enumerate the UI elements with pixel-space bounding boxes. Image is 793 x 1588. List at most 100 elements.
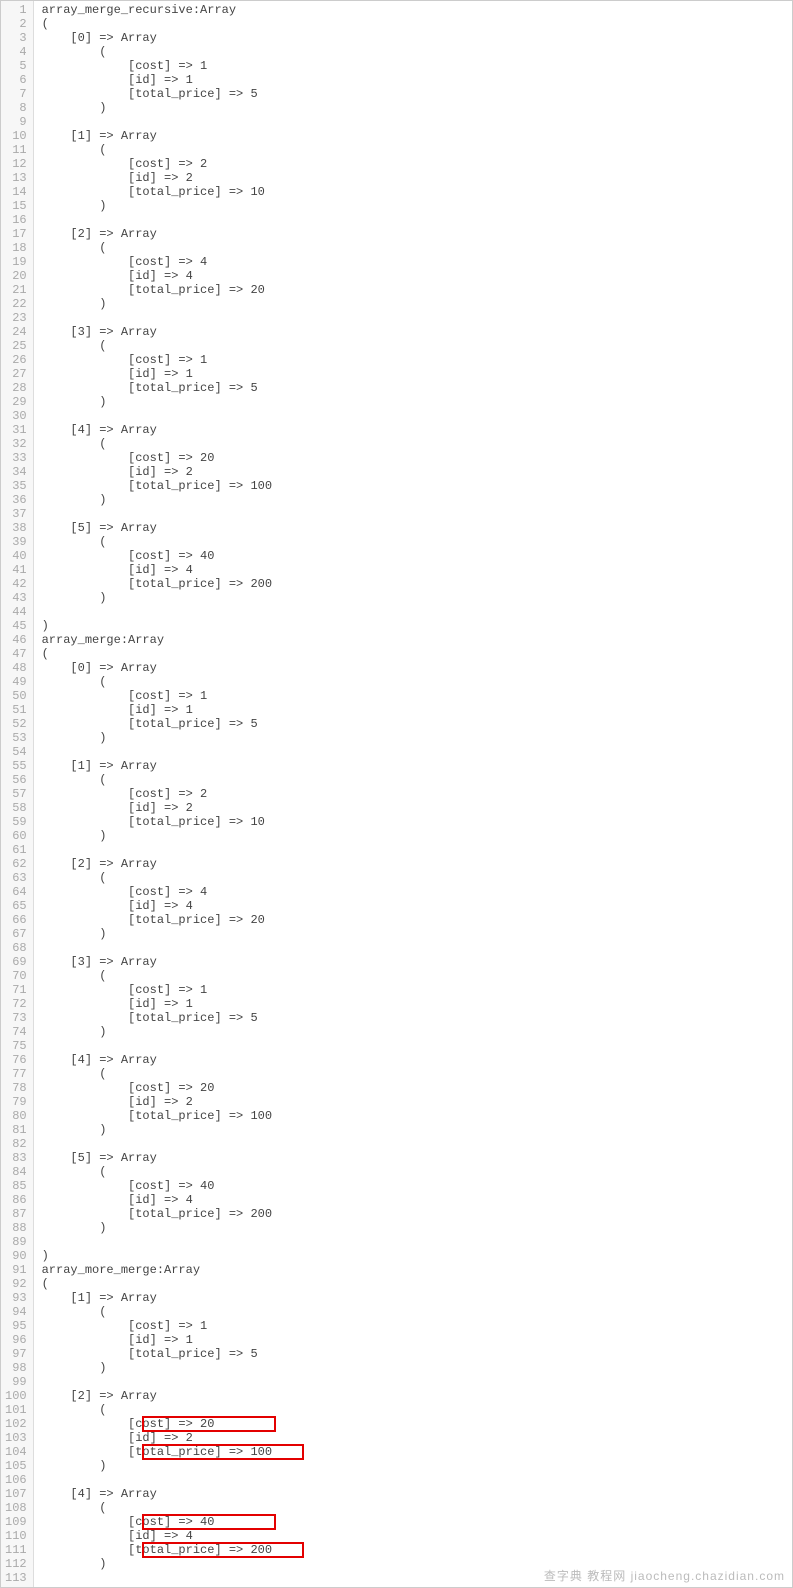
line-number: 48	[5, 661, 27, 675]
line-number: 33	[5, 451, 27, 465]
line-number: 76	[5, 1053, 27, 1067]
code-line: [cost] => 2	[42, 157, 784, 171]
code-line: [id] => 1	[42, 367, 784, 381]
code-line: [cost] => 20	[42, 1417, 784, 1431]
code-line: [total_price] => 5	[42, 381, 784, 395]
line-number: 113	[5, 1571, 27, 1585]
code-line: [total_price] => 5	[42, 717, 784, 731]
code-line: (	[42, 773, 784, 787]
line-number: 74	[5, 1025, 27, 1039]
line-number: 97	[5, 1347, 27, 1361]
code-line: [cost] => 2	[42, 787, 784, 801]
code-line	[42, 1473, 784, 1487]
code-line: (	[42, 647, 784, 661]
line-number: 92	[5, 1277, 27, 1291]
line-number: 39	[5, 535, 27, 549]
line-number: 81	[5, 1123, 27, 1137]
line-number: 109	[5, 1515, 27, 1529]
line-number: 14	[5, 185, 27, 199]
code-line: )	[42, 731, 784, 745]
line-number: 47	[5, 647, 27, 661]
line-number: 71	[5, 983, 27, 997]
line-number: 61	[5, 843, 27, 857]
code-line: )	[42, 1459, 784, 1473]
code-line: )	[42, 927, 784, 941]
line-number: 67	[5, 927, 27, 941]
line-number: 100	[5, 1389, 27, 1403]
line-number: 45	[5, 619, 27, 633]
code-line: [id] => 2	[42, 171, 784, 185]
code-line: [total_price] => 10	[42, 185, 784, 199]
line-number: 55	[5, 759, 27, 773]
code-line: (	[42, 339, 784, 353]
line-number: 51	[5, 703, 27, 717]
code-line	[42, 507, 784, 521]
code-line: array_merge_recursive:Array	[42, 3, 784, 17]
code-line: [total_price] => 5	[42, 1011, 784, 1025]
line-number: 66	[5, 913, 27, 927]
line-number: 52	[5, 717, 27, 731]
code-line: [id] => 2	[42, 801, 784, 815]
line-number: 80	[5, 1109, 27, 1123]
code-line: (	[42, 1501, 784, 1515]
line-number: 104	[5, 1445, 27, 1459]
line-number: 96	[5, 1333, 27, 1347]
line-number: 49	[5, 675, 27, 689]
line-number: 98	[5, 1361, 27, 1375]
line-number: 40	[5, 549, 27, 563]
code-line: [id] => 2	[42, 1095, 784, 1109]
line-number: 78	[5, 1081, 27, 1095]
code-line: (	[42, 1165, 784, 1179]
code-line: )	[42, 1123, 784, 1137]
line-number: 42	[5, 577, 27, 591]
line-number: 19	[5, 255, 27, 269]
code-line: [cost] => 1	[42, 689, 784, 703]
line-number: 24	[5, 325, 27, 339]
code-line: (	[42, 871, 784, 885]
code-line: [1] => Array	[42, 1291, 784, 1305]
code-line: [cost] => 20	[42, 1081, 784, 1095]
line-number: 12	[5, 157, 27, 171]
code-line: [cost] => 1	[42, 353, 784, 367]
line-number: 4	[5, 45, 27, 59]
code-line	[42, 409, 784, 423]
code-line: [5] => Array	[42, 521, 784, 535]
code-line	[42, 605, 784, 619]
line-number: 10	[5, 129, 27, 143]
code-line: [cost] => 40	[42, 1515, 784, 1529]
code-line: [4] => Array	[42, 423, 784, 437]
line-number: 64	[5, 885, 27, 899]
code-line: )	[42, 829, 784, 843]
code-line: [total_price] => 20	[42, 283, 784, 297]
line-number: 69	[5, 955, 27, 969]
code-line	[42, 1235, 784, 1249]
code-line: [id] => 4	[42, 269, 784, 283]
line-number: 59	[5, 815, 27, 829]
code-line: (	[42, 17, 784, 31]
code-line: [id] => 4	[42, 1529, 784, 1543]
code-line: (	[42, 969, 784, 983]
code-line: [total_price] => 100	[42, 1445, 784, 1459]
code-line: )	[42, 297, 784, 311]
line-number: 1	[5, 3, 27, 17]
code-line: [3] => Array	[42, 325, 784, 339]
line-number: 85	[5, 1179, 27, 1193]
line-number: 6	[5, 73, 27, 87]
code-line: [2] => Array	[42, 857, 784, 871]
code-line	[42, 311, 784, 325]
line-number: 32	[5, 437, 27, 451]
code-line: [cost] => 1	[42, 983, 784, 997]
code-line: )	[42, 1361, 784, 1375]
line-number: 25	[5, 339, 27, 353]
code-line: [id] => 2	[42, 1431, 784, 1445]
code-line: [cost] => 1	[42, 1319, 784, 1333]
code-line: [id] => 1	[42, 997, 784, 1011]
code-line: array_merge:Array	[42, 633, 784, 647]
code-line: [total_price] => 100	[42, 1109, 784, 1123]
code-line	[42, 1039, 784, 1053]
line-number: 105	[5, 1459, 27, 1473]
line-number: 58	[5, 801, 27, 815]
code-line: [id] => 4	[42, 899, 784, 913]
code-line: (	[42, 143, 784, 157]
line-number: 26	[5, 353, 27, 367]
